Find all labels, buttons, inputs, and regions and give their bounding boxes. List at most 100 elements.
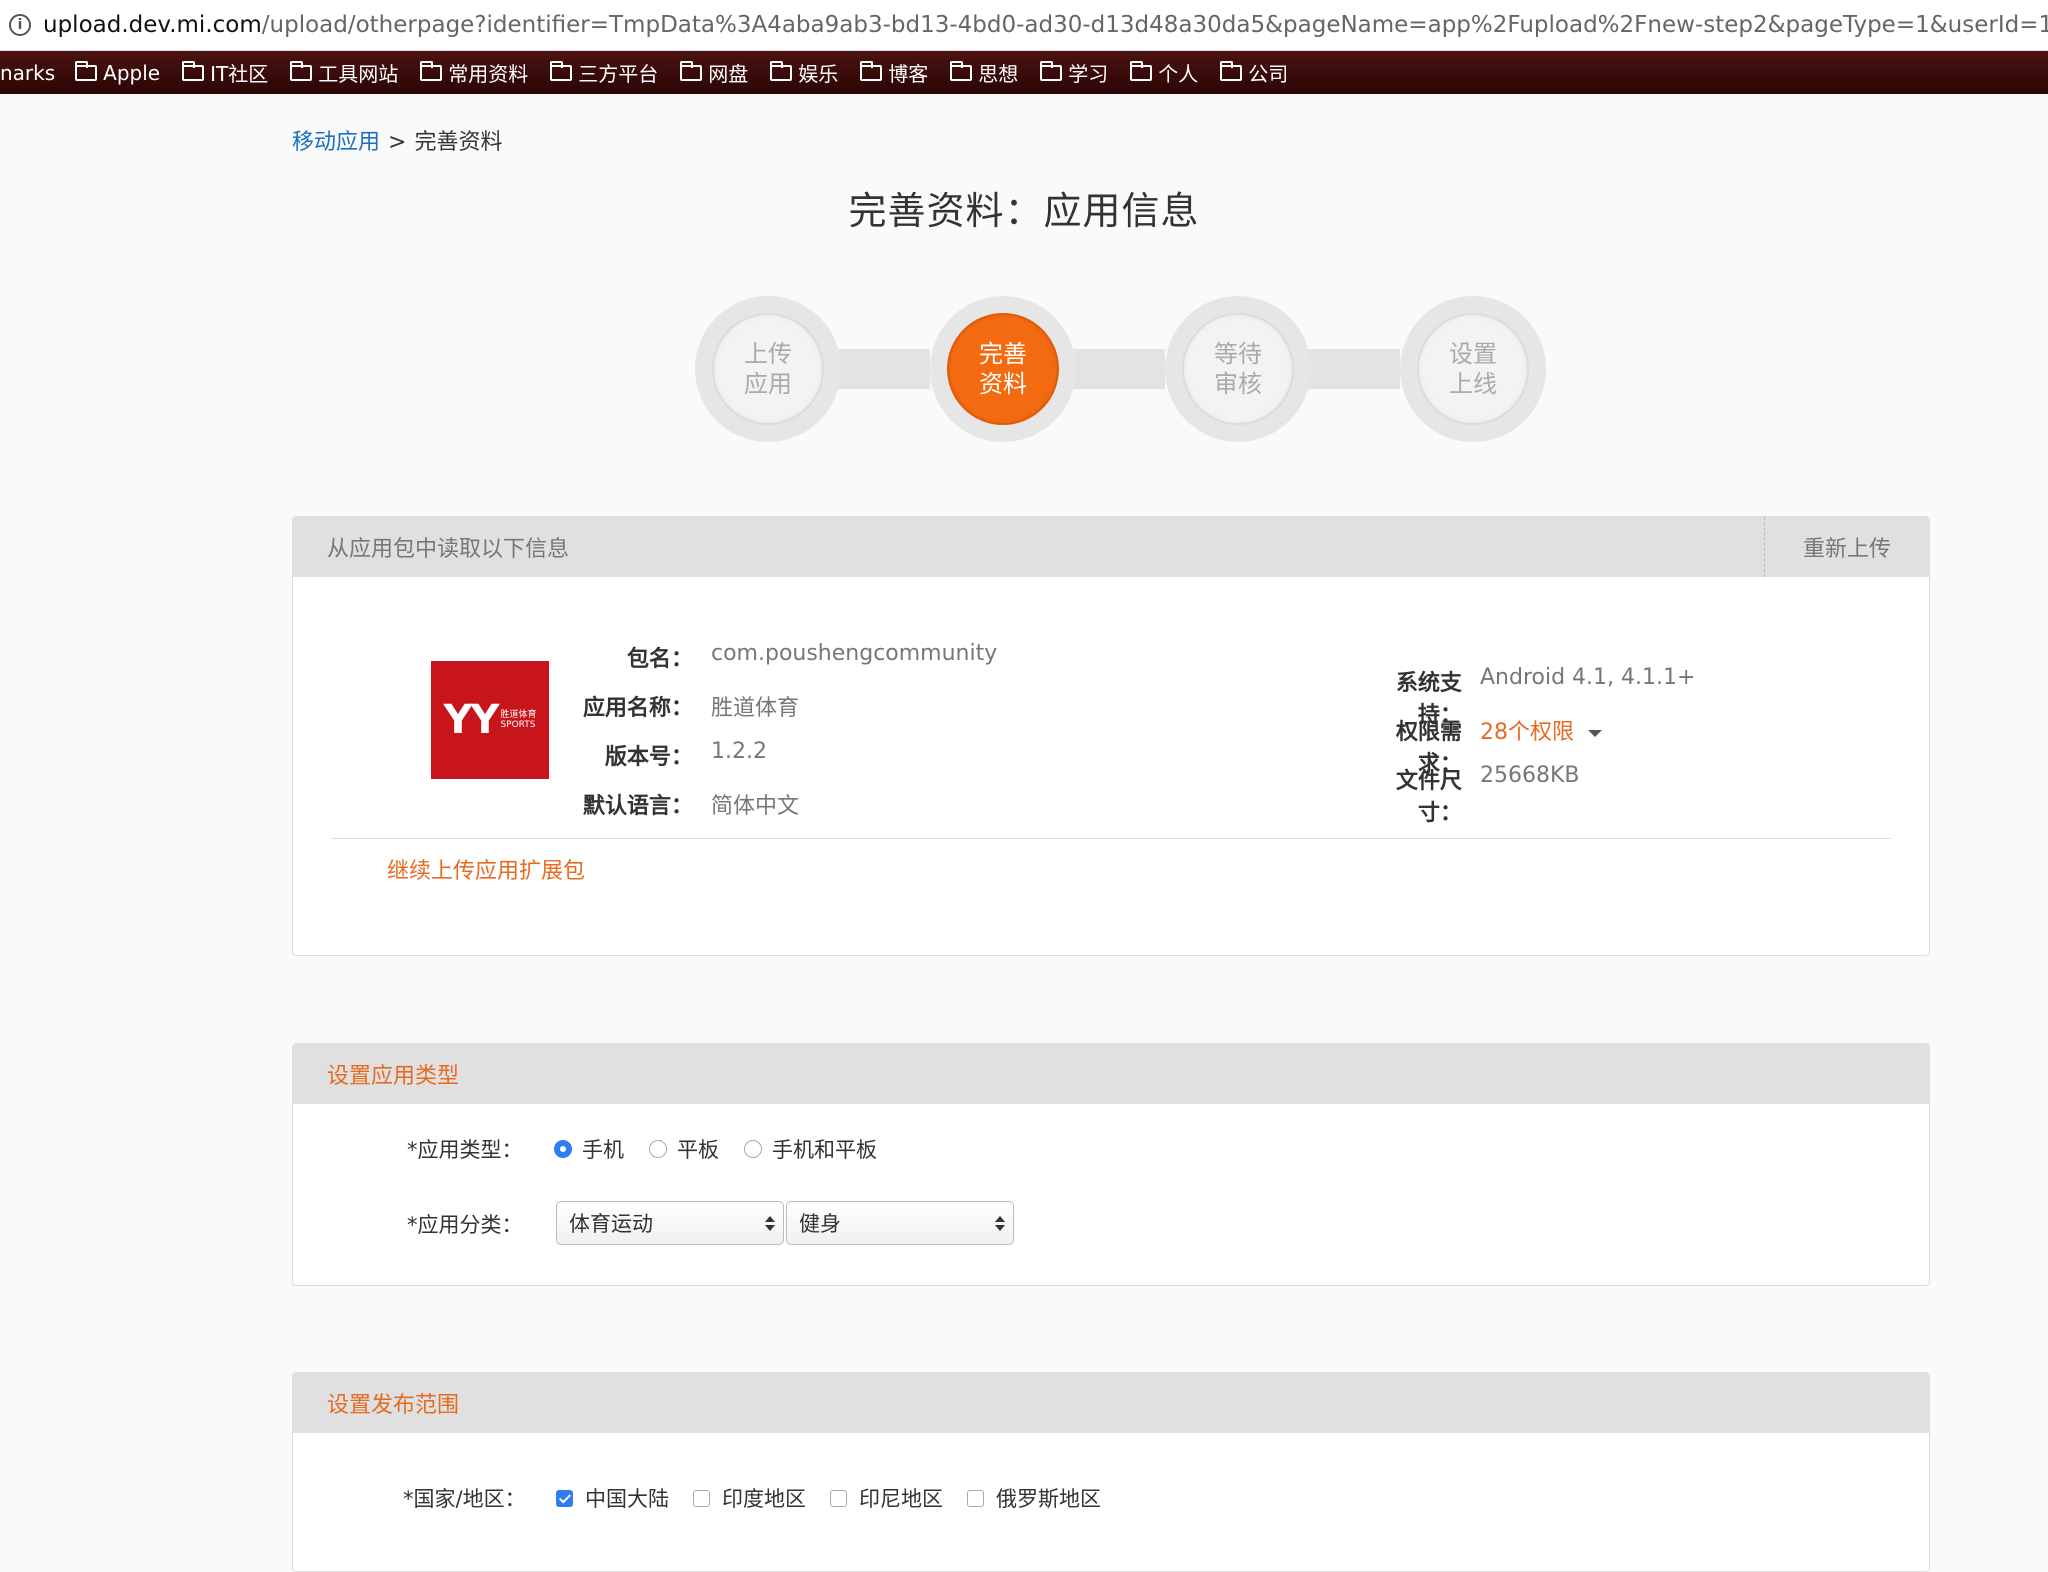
checkbox-label: 印度地区 [722, 1487, 806, 1511]
step-complete-info: 完善 资料 [930, 296, 1076, 442]
progress-stepper: 上传 应用 完善 资料 等待 审核 设置 上线 [695, 296, 1546, 442]
step-circle: 等待 审核 [1182, 313, 1294, 425]
step-label: 上传 [744, 340, 792, 368]
radio-button[interactable] [649, 1140, 667, 1158]
step-label: 审核 [1214, 370, 1262, 398]
bookmark-label: 常用资料 [448, 62, 529, 86]
breadcrumb-link[interactable]: 移动应用 [292, 130, 380, 155]
checkbox[interactable] [693, 1489, 710, 1507]
step-label: 应用 [744, 370, 792, 398]
app-icon-mark: YY [443, 697, 500, 743]
bookmark-label: 思想 [978, 62, 1019, 86]
checkbox-label: 中国大陆 [585, 1487, 669, 1511]
select-arrows-icon [765, 1215, 775, 1231]
select-value: 健身 [799, 1212, 841, 1236]
checkbox-russia[interactable]: 俄罗斯地区 [967, 1483, 1101, 1513]
filesize-label: 文件尺寸： [1395, 769, 1462, 826]
bookmark-label: 学习 [1068, 62, 1109, 86]
address-bar[interactable]: i upload.dev.mi.com/upload/otherpage?ide… [0, 0, 2048, 51]
radio-button[interactable] [744, 1140, 762, 1158]
bookmark-folder[interactable]: 思想 [950, 58, 1018, 87]
language-label: 默认语言： [583, 794, 694, 819]
bookmark-folder[interactable]: 公司 [1220, 58, 1288, 87]
step-upload: 上传 应用 [695, 296, 841, 442]
breadcrumb: 移动应用 > 完善资料 [292, 124, 502, 156]
app-name-row: 应用名称： 胜道体育 [583, 690, 799, 722]
folder-icon [950, 60, 973, 81]
upload-extension-link[interactable]: 继续上传应用扩展包 [387, 853, 585, 885]
radio-button-checked[interactable] [554, 1140, 572, 1158]
bookmark-folder[interactable]: 工具网站 [290, 58, 398, 87]
bookmark-folder[interactable]: Apple [75, 60, 161, 85]
select-arrows-icon [995, 1215, 1005, 1231]
package-label: 包名： [626, 647, 693, 672]
filesize-value: 25668KB [1480, 763, 1580, 788]
step-circle: 设置 上线 [1417, 313, 1529, 425]
folder-icon [550, 60, 573, 81]
folder-icon [75, 60, 98, 81]
bookmark-folder[interactable]: 个人 [1130, 58, 1198, 87]
checkbox-mainland-china[interactable]: 中国大陆 [556, 1483, 669, 1513]
folder-icon [1130, 60, 1153, 81]
bookmark-label: 娱乐 [798, 62, 839, 86]
radio-phone[interactable]: 手机 [554, 1134, 624, 1164]
step-circle: 上传 应用 [712, 313, 824, 425]
category-primary-select[interactable]: 体育运动 [556, 1201, 784, 1245]
app-name-value: 胜道体育 [711, 696, 800, 721]
panel-title: 设置发布范围 [327, 1393, 460, 1418]
caret-down-icon [1588, 729, 1602, 737]
url-path: /upload/otherpage?identifier=TmpData%3A4… [261, 12, 2048, 38]
radio-phone-and-tablet[interactable]: 手机和平板 [744, 1134, 877, 1164]
step-circle: 完善 资料 [947, 313, 1059, 425]
folder-icon [420, 60, 443, 81]
folder-icon [1040, 60, 1063, 81]
panel-header: 从应用包中读取以下信息 重新上传 [293, 517, 1929, 577]
panel-header: 设置发布范围 [293, 1373, 1929, 1433]
radio-label: 平板 [677, 1138, 719, 1162]
step-publish: 设置 上线 [1400, 296, 1546, 442]
checkbox[interactable] [830, 1489, 847, 1507]
publish-range-panel: 设置发布范围 *国家/地区： 中国大陆 印度地区 印尼地区 俄罗斯地区 [292, 1372, 1930, 1572]
bookmark-folder[interactable]: 学习 [1040, 58, 1108, 87]
breadcrumb-separator: > [388, 130, 407, 155]
checkbox-label: 俄罗斯地区 [996, 1487, 1101, 1511]
bookmark-folder[interactable]: 常用资料 [420, 58, 528, 87]
panel-title: 设置应用类型 [327, 1064, 460, 1089]
region-label: *国家/地区： [403, 1487, 526, 1511]
radio-tablet[interactable]: 平板 [649, 1134, 719, 1164]
breadcrumb-current: 完善资料 [414, 130, 503, 155]
bookmark-label: IT社区 [210, 62, 269, 86]
panel-header: 设置应用类型 [293, 1044, 1929, 1104]
checkbox[interactable] [967, 1489, 984, 1507]
bookmark-label: 公司 [1248, 62, 1289, 86]
checkbox-checked[interactable] [556, 1489, 573, 1507]
step-label: 资料 [979, 370, 1027, 398]
app-icon-subtext: 胜道体育 SPORTS [500, 710, 536, 730]
permission-value: 28个权限 [1480, 720, 1574, 745]
version-label: 版本号： [604, 745, 693, 770]
info-icon[interactable]: i [9, 14, 31, 36]
bookmark-folder[interactable]: 博客 [860, 58, 928, 87]
reupload-button[interactable]: 重新上传 [1763, 517, 1929, 577]
checkbox-india[interactable]: 印度地区 [693, 1483, 806, 1513]
bookmark-folder[interactable]: 网盘 [680, 58, 748, 87]
bookmark-label: 网盘 [708, 62, 749, 86]
step-label: 完善 [979, 340, 1027, 368]
divider [331, 838, 1891, 839]
app-name-label: 应用名称： [583, 696, 694, 721]
radio-label: 手机和平板 [772, 1138, 877, 1162]
app-info-panel: 从应用包中读取以下信息 重新上传 YY 胜道体育 SPORTS 包名： com.p… [292, 516, 1930, 956]
bookmarks-bar: narks Apple IT社区 工具网站 常用资料 三方平台 网盘 娱乐 博客… [0, 51, 2048, 94]
bookmark-folder[interactable]: 三方平台 [550, 58, 658, 87]
bookmark-folder[interactable]: IT社区 [182, 58, 268, 87]
bookmark-label: Apple [103, 60, 161, 85]
folder-icon [860, 60, 883, 81]
category-secondary-select[interactable]: 健身 [786, 1201, 1014, 1245]
bookmark-folder[interactable]: 娱乐 [770, 58, 838, 87]
panel-title: 从应用包中读取以下信息 [327, 537, 570, 562]
checkbox-indonesia[interactable]: 印尼地区 [830, 1483, 943, 1513]
language-value: 简体中文 [711, 794, 800, 819]
language-row: 默认语言： 简体中文 [583, 788, 799, 820]
folder-icon [1220, 60, 1243, 81]
app-icon-subtext-1: 胜道体育 [500, 710, 537, 720]
